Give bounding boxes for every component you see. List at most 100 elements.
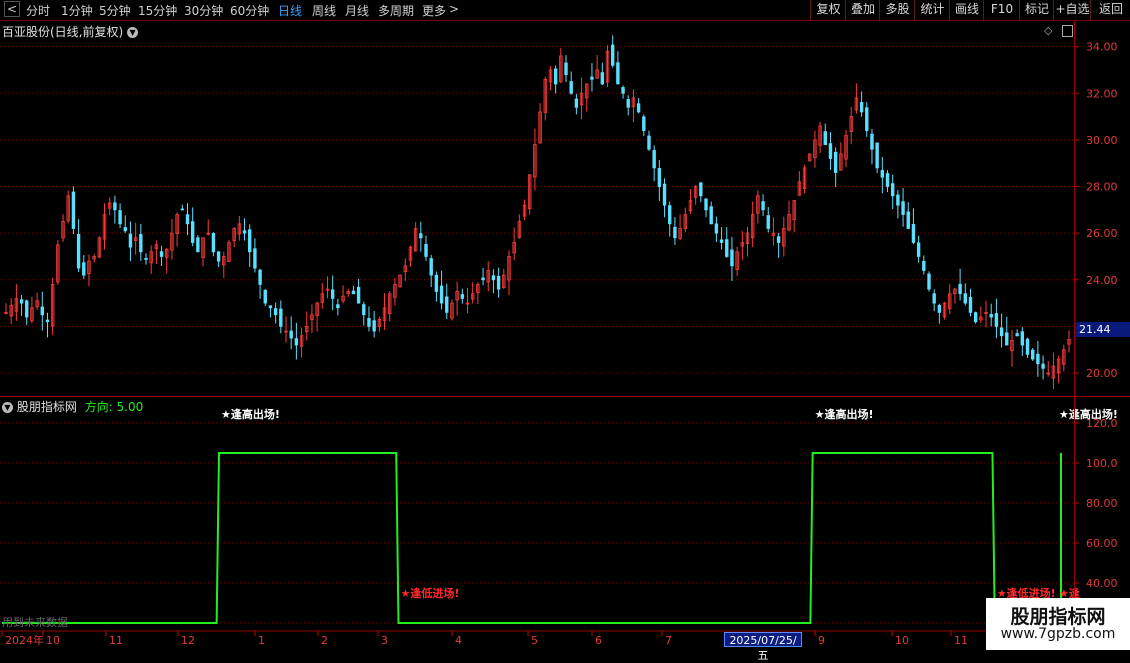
current-price-label: 21.44 bbox=[1075, 322, 1130, 337]
period-tab-10[interactable]: 更多 bbox=[422, 2, 446, 19]
candle-body bbox=[279, 308, 283, 327]
time-tick-label: 4 bbox=[455, 634, 462, 647]
candle-body bbox=[439, 285, 444, 304]
chart-canvas[interactable]: 34.0032.0030.0028.0026.0024.0022.0020.00… bbox=[0, 0, 1130, 650]
period-tab-7[interactable]: 周线 bbox=[312, 2, 336, 19]
time-tick-label: 11 bbox=[109, 634, 123, 647]
candle-body bbox=[662, 183, 667, 206]
candle-body bbox=[916, 242, 921, 257]
candle-body bbox=[725, 239, 729, 257]
candle-body bbox=[994, 313, 999, 327]
candle-body bbox=[657, 168, 662, 187]
candle-body bbox=[699, 182, 703, 197]
panel-toggle-icon[interactable] bbox=[1062, 24, 1074, 37]
toolbar-button-8[interactable]: 返回 bbox=[1090, 0, 1130, 20]
candle-body bbox=[460, 294, 465, 299]
candle-body bbox=[123, 227, 127, 232]
candle-body bbox=[714, 223, 719, 234]
candle-body bbox=[273, 308, 278, 316]
period-tab-8[interactable]: 月线 bbox=[345, 2, 369, 19]
panel-divider bbox=[0, 396, 1130, 397]
candle-body bbox=[621, 87, 625, 94]
candle-body bbox=[719, 239, 724, 243]
candle-body bbox=[113, 202, 117, 211]
candle-body bbox=[668, 205, 672, 225]
toolbar-button-0[interactable]: 复权 bbox=[810, 0, 846, 20]
chevron-down-icon[interactable]: ▼ bbox=[127, 27, 139, 38]
candle-body bbox=[823, 131, 827, 145]
period-tab-5[interactable]: 60分钟 bbox=[230, 2, 269, 19]
indicator-name: 股朋指标网 bbox=[16, 400, 77, 414]
candle-body bbox=[429, 258, 433, 276]
time-tick-label: 1 bbox=[258, 634, 265, 647]
candle-body bbox=[1020, 331, 1025, 346]
main-chart-header: 百亚股份(日线,前复权) ▼ bbox=[2, 23, 139, 40]
period-tab-2[interactable]: 5分钟 bbox=[99, 2, 131, 19]
indicator-tick-label: 40.00 bbox=[1086, 577, 1118, 590]
toolbar-button-1[interactable]: 叠加 bbox=[845, 0, 880, 20]
candle-body bbox=[82, 262, 86, 276]
candle-body bbox=[885, 173, 890, 187]
period-tab-6[interactable]: 日线 bbox=[278, 2, 302, 19]
chart-controls: ◇ bbox=[1044, 23, 1074, 37]
price-tick-label: 32.00 bbox=[1086, 87, 1118, 100]
candle-body bbox=[496, 275, 501, 290]
period-tab-3[interactable]: 15分钟 bbox=[138, 2, 177, 19]
indicator-tick-label: 100.0 bbox=[1086, 457, 1118, 470]
signal-label: ★逢高出场! bbox=[815, 407, 874, 421]
price-tick-label: 28.00 bbox=[1086, 181, 1118, 194]
candle-body bbox=[766, 215, 770, 229]
candle-body bbox=[216, 251, 221, 262]
candle-body bbox=[776, 236, 781, 243]
time-tick-label: 12 bbox=[181, 634, 195, 647]
candle-body bbox=[865, 107, 869, 131]
toolbar-button-3[interactable]: 统计 bbox=[914, 0, 950, 20]
candle-body bbox=[973, 312, 978, 323]
candle-body bbox=[704, 198, 708, 211]
candle-body bbox=[491, 275, 496, 281]
period-tab-0[interactable]: 分时 bbox=[26, 2, 50, 19]
signal-label: ★逢低进场! bbox=[400, 586, 459, 600]
toolbar-button-5[interactable]: F10 bbox=[983, 0, 1020, 20]
candle-body bbox=[481, 277, 485, 281]
period-tab-1[interactable]: 1分钟 bbox=[61, 2, 93, 19]
period-tab-9[interactable]: 多周期 bbox=[378, 2, 414, 19]
chevron-down-icon[interactable]: ▼ bbox=[2, 402, 13, 413]
candle-body bbox=[196, 237, 200, 253]
toolbar-button-4[interactable]: 画线 bbox=[949, 0, 984, 20]
toolbar-button-7[interactable]: +自选 bbox=[1053, 0, 1091, 20]
back-arrow-icon[interactable]: < bbox=[4, 1, 21, 17]
candle-body bbox=[828, 143, 833, 159]
candle-body bbox=[71, 191, 76, 229]
candle-body bbox=[367, 318, 371, 327]
price-tick-label: 30.00 bbox=[1086, 134, 1118, 147]
candle-body bbox=[911, 224, 916, 243]
candle-body bbox=[289, 330, 293, 339]
toolbar-button-6[interactable]: 标记 bbox=[1019, 0, 1054, 20]
price-tick-label: 34.00 bbox=[1086, 41, 1118, 54]
candle-body bbox=[999, 327, 1004, 337]
candle-body bbox=[1005, 332, 1009, 346]
watermark-title: 股朋指标网 bbox=[1010, 606, 1106, 628]
signal-label: ★逢高出场! bbox=[221, 407, 280, 421]
candle-body bbox=[268, 305, 273, 309]
time-tick-label: 3 bbox=[381, 634, 388, 647]
price-tick-label: 26.00 bbox=[1086, 227, 1118, 240]
time-tick-label: 10 bbox=[46, 634, 60, 647]
period-tab-4[interactable]: 30分钟 bbox=[184, 2, 223, 19]
candle-body bbox=[652, 150, 656, 169]
candle-body bbox=[730, 249, 734, 267]
future-data-note: 用到未来数据 bbox=[2, 616, 68, 629]
chevron-right-icon[interactable]: > bbox=[449, 2, 459, 16]
time-tick-label: 5 bbox=[531, 634, 538, 647]
toolbar-button-2[interactable]: 多股 bbox=[879, 0, 915, 20]
candle-body bbox=[880, 170, 885, 178]
candle-body bbox=[870, 133, 874, 150]
time-tick-label: 2024年 bbox=[5, 633, 44, 647]
diamond-icon[interactable]: ◇ bbox=[1044, 24, 1052, 37]
candle-body bbox=[901, 201, 905, 215]
candle-body bbox=[424, 243, 428, 257]
candle-body bbox=[647, 135, 651, 150]
candle-body bbox=[144, 258, 148, 260]
candle-body bbox=[25, 300, 29, 318]
